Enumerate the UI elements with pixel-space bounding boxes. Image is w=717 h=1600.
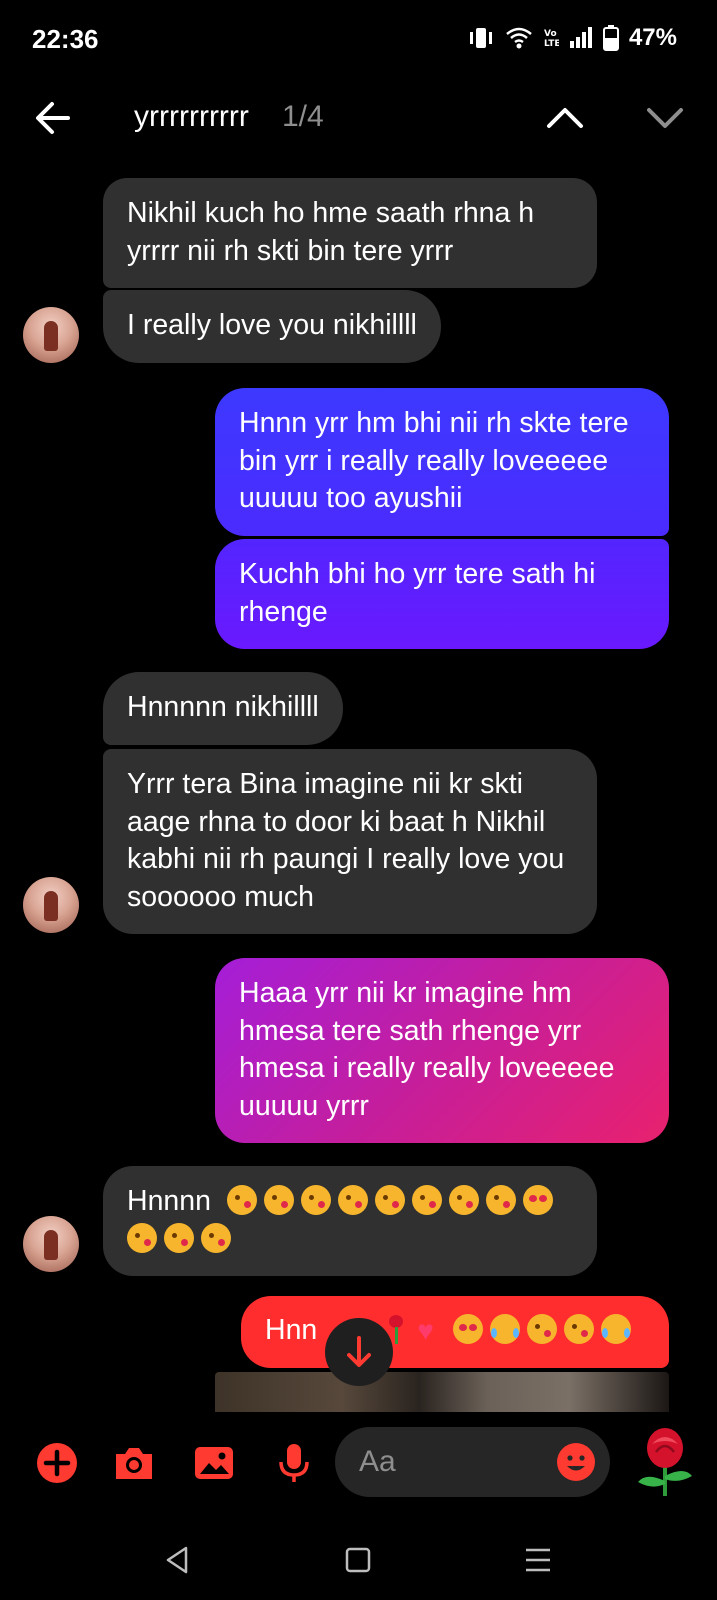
heart-eyes-emoji xyxy=(453,1314,484,1344)
svg-text:LTE: LTE xyxy=(544,39,559,49)
battery-percent: 47% xyxy=(628,24,677,51)
kissing-face-emoji xyxy=(411,1185,442,1215)
previous-match-button[interactable] xyxy=(540,96,590,140)
search-query: yrrrrrrrrrr xyxy=(134,100,249,133)
wifi-icon xyxy=(505,26,533,50)
status-bar: 22:36 Vo LTE 47% xyxy=(0,0,717,80)
outgoing-message[interactable]: Hnn xyxy=(241,1296,669,1368)
back-nav-icon xyxy=(166,1546,188,1574)
rose-icon xyxy=(638,1428,692,1496)
message-text: Hnnn yrr hm bhi nii rh skte tere bin yrr… xyxy=(239,407,629,514)
back-button[interactable] xyxy=(30,96,78,140)
camera-button[interactable] xyxy=(112,1441,156,1485)
status-time: 22:36 xyxy=(32,24,99,54)
heart-emoji xyxy=(415,1312,445,1350)
message-input[interactable] xyxy=(359,1427,549,1497)
status-icons: Vo LTE 47% xyxy=(467,24,677,52)
heart-eyes-emoji xyxy=(522,1185,553,1215)
incoming-message[interactable]: Hnnnn xyxy=(103,1166,597,1276)
kissing-face-emoji xyxy=(226,1185,257,1215)
kissing-face-emoji xyxy=(337,1185,368,1215)
next-match-button[interactable] xyxy=(640,96,690,140)
vibrate-icon xyxy=(467,26,495,50)
message-text: Haaa yrr nii kr imagine hm hmesa tere sa… xyxy=(239,977,615,1122)
tears-of-joy-emoji xyxy=(601,1314,632,1344)
menu-nav-icon xyxy=(526,1548,550,1572)
photo-message-preview[interactable] xyxy=(215,1372,669,1412)
message-text: Kuchh bhi ho yrr tere sath hi rhenge xyxy=(239,558,596,628)
tears-of-joy-emoji xyxy=(490,1314,521,1344)
outgoing-message[interactable]: Hnnn yrr hm bhi nii rh skte tere bin yrr… xyxy=(215,388,669,536)
incoming-message[interactable]: Yrrr tera Bina imagine nii kr skti aage … xyxy=(103,749,597,934)
emoji-icon xyxy=(557,1443,595,1481)
emoji-button[interactable] xyxy=(556,1442,596,1482)
outgoing-message[interactable]: Kuchh bhi ho yrr tere sath hi rhenge xyxy=(215,539,669,649)
system-home-button[interactable] xyxy=(340,1542,376,1578)
chevron-down-icon xyxy=(647,108,683,128)
search-header: yrrrrrrrrrr 1/4 xyxy=(0,82,717,154)
volte-icon: Vo LTE xyxy=(543,26,559,50)
kissing-face-emoji xyxy=(448,1185,479,1215)
microphone-icon xyxy=(279,1444,309,1482)
gallery-icon xyxy=(195,1447,233,1479)
signal-icon xyxy=(569,26,593,50)
kissing-face-emoji xyxy=(374,1185,405,1215)
gallery-button[interactable] xyxy=(192,1441,236,1485)
message-text: I really love you nikhillll xyxy=(127,309,417,341)
chevron-up-icon xyxy=(547,108,583,128)
match-count: 1/4 xyxy=(282,100,324,133)
system-navigation-bar xyxy=(0,1522,717,1600)
message-input-container xyxy=(335,1427,610,1497)
back-arrow-icon xyxy=(36,102,70,134)
incoming-message[interactable]: Hnnnnn nikhillll xyxy=(103,672,343,745)
message-text: Hnnnnn nikhillll xyxy=(127,691,319,723)
kissing-face-emoji xyxy=(164,1222,194,1253)
contact-avatar[interactable] xyxy=(23,877,79,933)
arrow-down-icon xyxy=(347,1336,371,1367)
system-back-button[interactable] xyxy=(160,1542,196,1578)
add-button[interactable] xyxy=(35,1441,79,1485)
incoming-message[interactable]: I really love you nikhillll xyxy=(103,290,441,363)
kissing-face-emoji xyxy=(263,1185,294,1215)
kissing-face-emoji xyxy=(127,1222,157,1253)
quick-reaction-button[interactable] xyxy=(632,1426,698,1498)
kissing-face-emoji xyxy=(564,1314,595,1344)
incoming-message[interactable]: Nikhil kuch ho hme saath rhna h yrrrr ni… xyxy=(103,178,597,288)
contact-avatar[interactable] xyxy=(23,1216,79,1272)
message-text: Nikhil kuch ho hme saath rhna h yrrrr ni… xyxy=(127,197,535,267)
message-text: Hnnnn xyxy=(127,1185,211,1217)
kissing-face-emoji xyxy=(485,1185,516,1215)
home-nav-icon xyxy=(345,1547,371,1573)
scroll-to-bottom-button[interactable] xyxy=(325,1318,393,1386)
add-icon xyxy=(37,1443,77,1483)
kissing-face-emoji xyxy=(201,1222,231,1253)
battery-icon xyxy=(602,25,619,51)
message-composer xyxy=(0,1412,717,1522)
kissing-face-emoji xyxy=(300,1185,331,1215)
kissing-face-emoji xyxy=(527,1314,558,1344)
contact-avatar[interactable] xyxy=(23,307,79,363)
svg-text:Vo: Vo xyxy=(544,29,557,39)
voice-message-button[interactable] xyxy=(272,1441,316,1485)
camera-icon xyxy=(116,1448,152,1479)
message-text: Hnn xyxy=(265,1314,318,1346)
system-menu-button[interactable] xyxy=(520,1542,556,1578)
message-text: Yrrr tera Bina imagine nii kr skti aage … xyxy=(127,768,565,913)
outgoing-message[interactable]: Haaa yrr nii kr imagine hm hmesa tere sa… xyxy=(215,958,669,1143)
